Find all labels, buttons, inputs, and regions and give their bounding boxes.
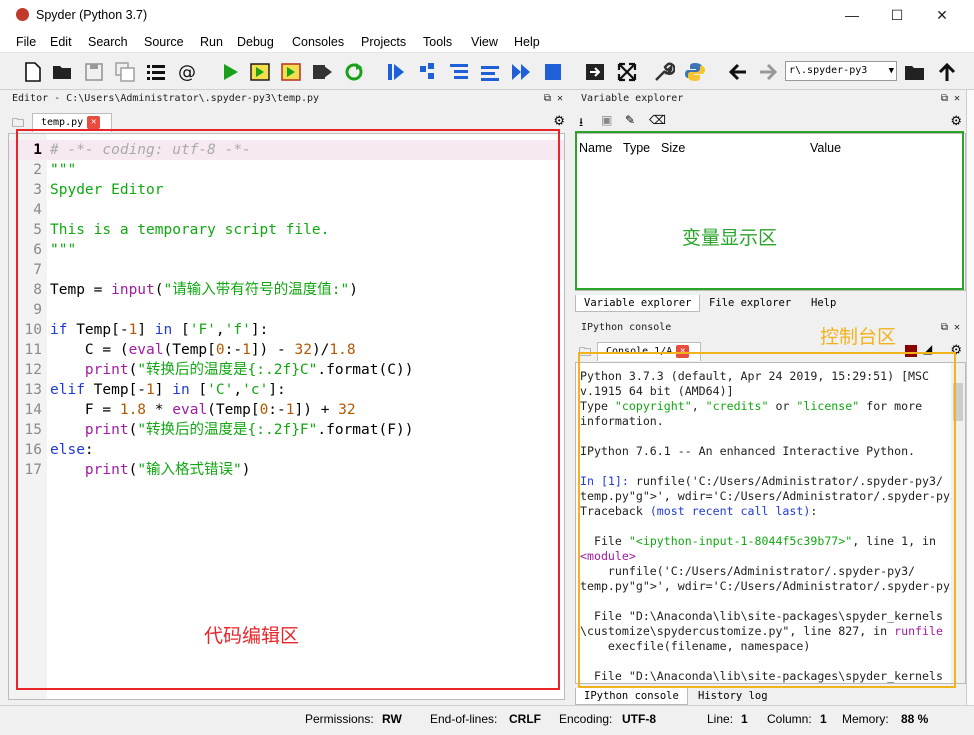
- status-permissions-label: Permissions:: [305, 712, 374, 726]
- fullscreen-icon[interactable]: [616, 61, 638, 83]
- preferences-icon[interactable]: [653, 61, 675, 83]
- variable-explorer-tabs: Variable explorer File explorer Help: [575, 293, 966, 313]
- tab-ipython-console[interactable]: IPython console: [575, 688, 688, 705]
- chevron-down-icon[interactable]: ▼: [889, 62, 894, 80]
- open-file-icon[interactable]: [51, 61, 73, 83]
- menu-source[interactable]: Source: [144, 35, 184, 49]
- variable-area-annotation: 变量显示区: [682, 227, 778, 249]
- variable-explorer-title: Variable explorer: [581, 93, 684, 104]
- pane-undock-close-icon[interactable]: ⧉ ✕: [941, 319, 960, 337]
- status-permissions: RW: [382, 712, 402, 726]
- close-button[interactable]: ✕: [920, 4, 964, 26]
- remove-all-icon[interactable]: ⌫: [649, 113, 666, 127]
- working-directory-input[interactable]: r\.spyder-py3 ▼: [785, 61, 897, 81]
- svg-text:@: @: [178, 62, 196, 83]
- continue-icon[interactable]: [510, 61, 532, 83]
- run-cell-advance-icon[interactable]: [280, 61, 302, 83]
- status-eol: CRLF: [509, 712, 541, 726]
- outline-icon[interactable]: [145, 61, 167, 83]
- save-data-icon[interactable]: ▣: [601, 113, 612, 127]
- tab-label: temp.py: [41, 117, 84, 128]
- menu-consoles[interactable]: Consoles: [292, 35, 344, 49]
- run-selection-icon[interactable]: [311, 61, 333, 83]
- browse-icon[interactable]: [904, 61, 926, 83]
- pane-undock-close-icon[interactable]: ⧉ ✕: [941, 90, 960, 108]
- step-return-icon[interactable]: [479, 61, 501, 83]
- options-gear-icon[interactable]: ⚙: [553, 113, 565, 129]
- options-gear-icon[interactable]: ⚙: [950, 113, 962, 129]
- menu-bar: File Edit Search Source Run Debug Consol…: [0, 31, 974, 53]
- title-bar: Spyder (Python 3.7) — ☐ ✕: [0, 0, 974, 31]
- maximize-pane-icon[interactable]: [584, 61, 606, 83]
- tab-variable-explorer[interactable]: Variable explorer: [575, 295, 701, 312]
- pane-undock-close-icon[interactable]: ⧉ ✕: [544, 90, 563, 108]
- status-bar: Permissions: RW End-of-lines: CRLF Encod…: [0, 705, 974, 735]
- menu-projects[interactable]: Projects: [361, 35, 406, 49]
- console-pane-header: IPython console ⧉ ✕: [575, 319, 966, 337]
- menu-edit[interactable]: Edit: [50, 35, 72, 49]
- editor-highlight-box: [16, 129, 560, 690]
- working-directory-value: r\.spyder-py3: [789, 65, 868, 76]
- status-line: 1: [741, 712, 748, 726]
- status-eol-label: End-of-lines:: [430, 712, 498, 726]
- spyder-window: Spyder (Python 3.7) — ☐ ✕ File Edit Sear…: [0, 0, 974, 735]
- step-into-icon[interactable]: [448, 61, 470, 83]
- stop-icon[interactable]: [542, 61, 564, 83]
- run-icon[interactable]: [219, 61, 241, 83]
- editor-area-annotation: 代码编辑区: [204, 625, 300, 647]
- rerun-icon[interactable]: [343, 61, 365, 83]
- variable-explorer-header: Variable explorer ⧉ ✕: [575, 90, 966, 108]
- save-data-as-icon[interactable]: ✎: [625, 113, 635, 127]
- variable-explorer-toolbar: ⭳ ▣ ✎ ⌫ ⚙: [575, 110, 966, 132]
- at-icon[interactable]: @: [176, 61, 198, 83]
- status-column-label: Column:: [767, 712, 812, 726]
- console-pane-title: IPython console: [581, 322, 672, 333]
- menu-help[interactable]: Help: [514, 35, 540, 49]
- background-window-edge: [966, 90, 974, 735]
- menu-debug[interactable]: Debug: [237, 35, 274, 49]
- tab-file-explorer[interactable]: File explorer: [701, 295, 799, 312]
- editor-pane-header: Editor - C:\Users\Administrator\.spyder-…: [6, 90, 569, 108]
- console-highlight-box: [578, 352, 956, 688]
- status-memory: 88 %: [901, 712, 929, 726]
- spyder-logo-icon: [16, 8, 29, 21]
- window-title: Spyder (Python 3.7): [36, 8, 148, 22]
- debug-icon[interactable]: [385, 61, 407, 83]
- status-memory-label: Memory:: [842, 712, 889, 726]
- forward-icon[interactable]: [757, 61, 779, 83]
- menu-search[interactable]: Search: [88, 35, 128, 49]
- status-encoding: UTF-8: [622, 712, 656, 726]
- run-cell-icon[interactable]: [249, 61, 271, 83]
- save-all-icon[interactable]: [114, 61, 136, 83]
- status-line-label: Line:: [707, 712, 734, 726]
- console-area-annotation: 控制台区: [820, 326, 897, 348]
- editor-pane-title: Editor - C:\Users\Administrator\.spyder-…: [12, 93, 320, 104]
- variable-highlight-box: [575, 131, 964, 290]
- status-column: 1: [820, 712, 827, 726]
- console-bottom-tabs: IPython console History log: [575, 686, 966, 706]
- tab-history-log[interactable]: History log: [690, 688, 776, 705]
- close-tab-icon[interactable]: ✕: [87, 115, 101, 129]
- menu-view[interactable]: View: [471, 35, 498, 49]
- status-encoding-label: Encoding:: [559, 712, 613, 726]
- save-icon[interactable]: [83, 61, 105, 83]
- parent-dir-icon[interactable]: [936, 61, 958, 83]
- new-file-icon[interactable]: [22, 61, 44, 83]
- menu-tools[interactable]: Tools: [423, 35, 452, 49]
- python-path-icon[interactable]: [684, 61, 706, 83]
- back-icon[interactable]: [727, 61, 749, 83]
- menu-run[interactable]: Run: [200, 35, 223, 49]
- step-icon[interactable]: [417, 61, 439, 83]
- maximize-button[interactable]: ☐: [875, 4, 919, 26]
- menu-file[interactable]: File: [16, 35, 36, 49]
- tab-help[interactable]: Help: [803, 295, 844, 312]
- minimize-button[interactable]: —: [830, 4, 874, 26]
